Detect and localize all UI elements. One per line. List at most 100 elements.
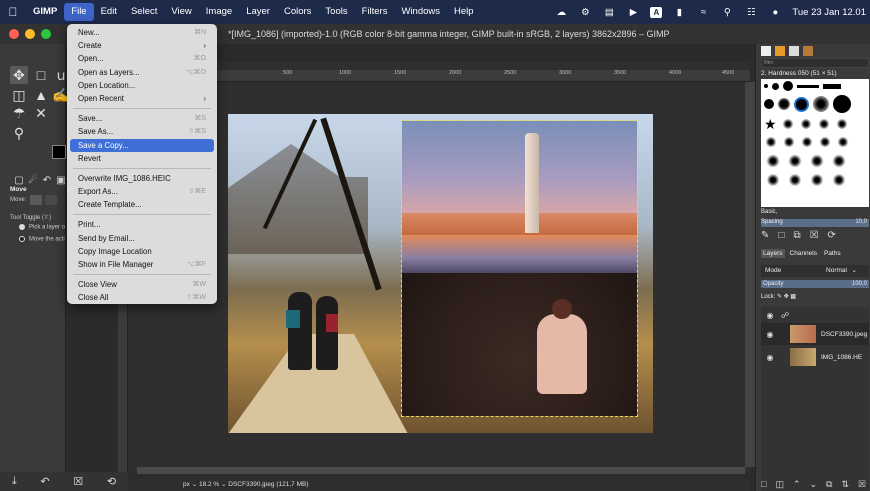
fonts-tab-icon[interactable] <box>789 46 799 56</box>
menu-item-send-by-email[interactable]: Send by Email... <box>70 232 214 245</box>
brush-swatch[interactable] <box>813 96 829 112</box>
layer-row[interactable]: ◉ IMG_1086.HE <box>761 346 869 368</box>
brush-filter-input[interactable]: filter <box>761 58 869 68</box>
layer-name[interactable]: DSCF3390.jpeg <box>821 331 867 338</box>
close-window-button[interactable] <box>9 29 19 39</box>
duplicate-layer-icon[interactable]: ⧉ <box>826 479 832 490</box>
menu-layer[interactable]: Layer <box>239 0 277 24</box>
menu-colors[interactable]: Colors <box>277 0 318 24</box>
eye-icon[interactable]: ◉ <box>765 353 775 362</box>
brush-swatch[interactable] <box>808 173 826 187</box>
menu-item-print[interactable]: Print... <box>70 218 214 231</box>
menu-view[interactable]: View <box>164 0 198 24</box>
layer-mode-row[interactable]: Mode Normal ⌄ <box>761 265 869 277</box>
menu-select[interactable]: Select <box>124 0 164 24</box>
menu-item-open-as-layers[interactable]: Open as Layers... ⌥⌘O <box>70 66 214 79</box>
reset-icon[interactable]: ⟲ <box>107 475 116 488</box>
zoom-window-button[interactable] <box>41 29 51 39</box>
battery-icon[interactable]: ▮ <box>672 6 686 18</box>
menu-help[interactable]: Help <box>447 0 481 24</box>
rect-select-icon[interactable]: □ <box>32 66 50 84</box>
menu-item-new[interactable]: New... ⌘N <box>70 26 214 39</box>
brush-swatch[interactable] <box>830 173 848 187</box>
new-layer-icon[interactable]: □ <box>761 479 766 490</box>
menu-item-export-as[interactable]: Export As... ⇧⌘E <box>70 185 214 198</box>
menu-item-overwrite-img-1086-heic[interactable]: Overwrite IMG_1086.HEIC <box>70 172 214 185</box>
transform-icon[interactable]: ◫ <box>10 86 28 104</box>
display-icon[interactable]: ▤ <box>602 6 616 18</box>
brush-swatch[interactable] <box>764 173 782 187</box>
brush-swatch[interactable] <box>764 135 778 149</box>
tab-layers[interactable]: Layers <box>761 249 785 258</box>
selected-layer-photo[interactable] <box>401 120 638 417</box>
paths-tool-icon[interactable]: ✕ <box>32 104 50 122</box>
menu-item-show-in-file-manager[interactable]: Show in File Manager ⌥⌘F <box>70 258 214 271</box>
lock-pixels-icon[interactable]: ✎ <box>777 294 784 300</box>
document-history-tab-icon[interactable] <box>803 46 813 56</box>
menu-item-open-recent[interactable]: Open Recent › <box>70 92 214 105</box>
menu-item-open[interactable]: Open... ⌘O <box>70 52 214 65</box>
lock-alpha-icon[interactable]: ▩ <box>790 294 796 300</box>
delete-preset-icon[interactable]: ☒ <box>73 475 83 488</box>
menu-item-open-location[interactable]: Open Location... <box>70 79 214 92</box>
delete-layer-icon[interactable]: ☒ <box>858 479 866 490</box>
edit-brush-icon[interactable]: ✎ <box>761 230 769 241</box>
clone-tool-icon[interactable]: ☂ <box>10 104 28 122</box>
undo-icon[interactable]: ↶ <box>40 475 49 488</box>
move-selection-mode-button[interactable] <box>45 195 57 205</box>
siri-icon[interactable]: ● <box>768 6 782 18</box>
refresh-brushes-icon[interactable]: ⟳ <box>828 230 836 241</box>
brush-swatch[interactable] <box>830 153 848 169</box>
foreground-color-swatch[interactable] <box>52 145 66 159</box>
search-icon[interactable]: ⚲ <box>720 6 734 18</box>
minimize-window-button[interactable] <box>25 29 35 39</box>
menu-windows[interactable]: Windows <box>394 0 447 24</box>
menu-app-name[interactable]: GIMP <box>26 0 64 24</box>
horizontal-ruler[interactable]: 500 1000 1500 2000 2500 3000 3500 4000 4… <box>128 70 750 82</box>
apple-icon[interactable]:  <box>0 0 26 24</box>
option-pick-layer[interactable]: Pick a layer o <box>19 224 65 231</box>
new-brush-icon[interactable]: □ <box>778 230 784 241</box>
gear-icon[interactable]: ⚙ <box>578 6 592 18</box>
unit-selector[interactable]: px <box>183 481 190 488</box>
menu-edit[interactable]: Edit <box>94 0 124 24</box>
layer-row[interactable]: ◉ DSCF3390.jpeg <box>761 323 869 345</box>
brush-swatch[interactable] <box>783 81 793 91</box>
control-center-icon[interactable]: ☷ <box>744 6 758 18</box>
brush-swatch[interactable] <box>786 173 804 187</box>
brush-swatch[interactable] <box>764 84 768 88</box>
brush-swatch[interactable] <box>764 99 774 109</box>
delete-brush-icon[interactable]: ☒ <box>810 230 819 241</box>
brush-grid[interactable]: ★ <box>761 79 869 207</box>
menu-image[interactable]: Image <box>199 0 239 24</box>
brush-swatch[interactable] <box>782 135 796 149</box>
input-source-icon[interactable]: A <box>650 6 663 18</box>
duplicate-brush-icon[interactable]: ⧉ <box>793 230 800 241</box>
brush-swatch[interactable] <box>778 98 790 110</box>
play-icon[interactable]: ▶ <box>626 6 640 18</box>
menu-item-copy-image-location[interactable]: Copy Image Location <box>70 245 214 258</box>
move-tool-icon[interactable]: ✥ <box>10 66 28 84</box>
bucket-fill-icon[interactable]: ▲ <box>32 86 50 104</box>
spacing-slider[interactable]: Spacing 10,0 <box>761 219 869 227</box>
brushes-tab-icon[interactable] <box>761 46 771 56</box>
clock[interactable]: Tue 23 Jan 12.01 <box>792 7 866 18</box>
menu-item-save-a-copy[interactable]: Save a Copy... <box>70 138 214 152</box>
eye-icon[interactable]: ◉ <box>765 330 775 339</box>
new-group-icon[interactable]: ◫ <box>775 479 784 490</box>
menu-tools[interactable]: Tools <box>318 0 354 24</box>
zoom-level[interactable]: 18.2 % <box>199 481 219 488</box>
brush-swatch[interactable] <box>764 153 782 169</box>
brush-swatch[interactable] <box>780 117 795 131</box>
tab-channels[interactable]: Channels <box>788 249 819 258</box>
brush-swatch[interactable] <box>823 83 841 89</box>
menu-file[interactable]: File <box>64 3 94 21</box>
menu-item-save-as[interactable]: Save As... ⇧⌘S <box>70 125 214 138</box>
horizontal-scrollbar[interactable] <box>137 467 745 474</box>
brush-swatch[interactable] <box>786 153 804 169</box>
brush-swatch[interactable]: ★ <box>764 117 777 131</box>
brush-swatch[interactable] <box>808 153 826 169</box>
menu-item-close-all[interactable]: Close All ⇧⌘W <box>70 291 214 304</box>
menu-item-revert[interactable]: Revert <box>70 152 214 165</box>
brush-swatch[interactable] <box>772 82 779 90</box>
